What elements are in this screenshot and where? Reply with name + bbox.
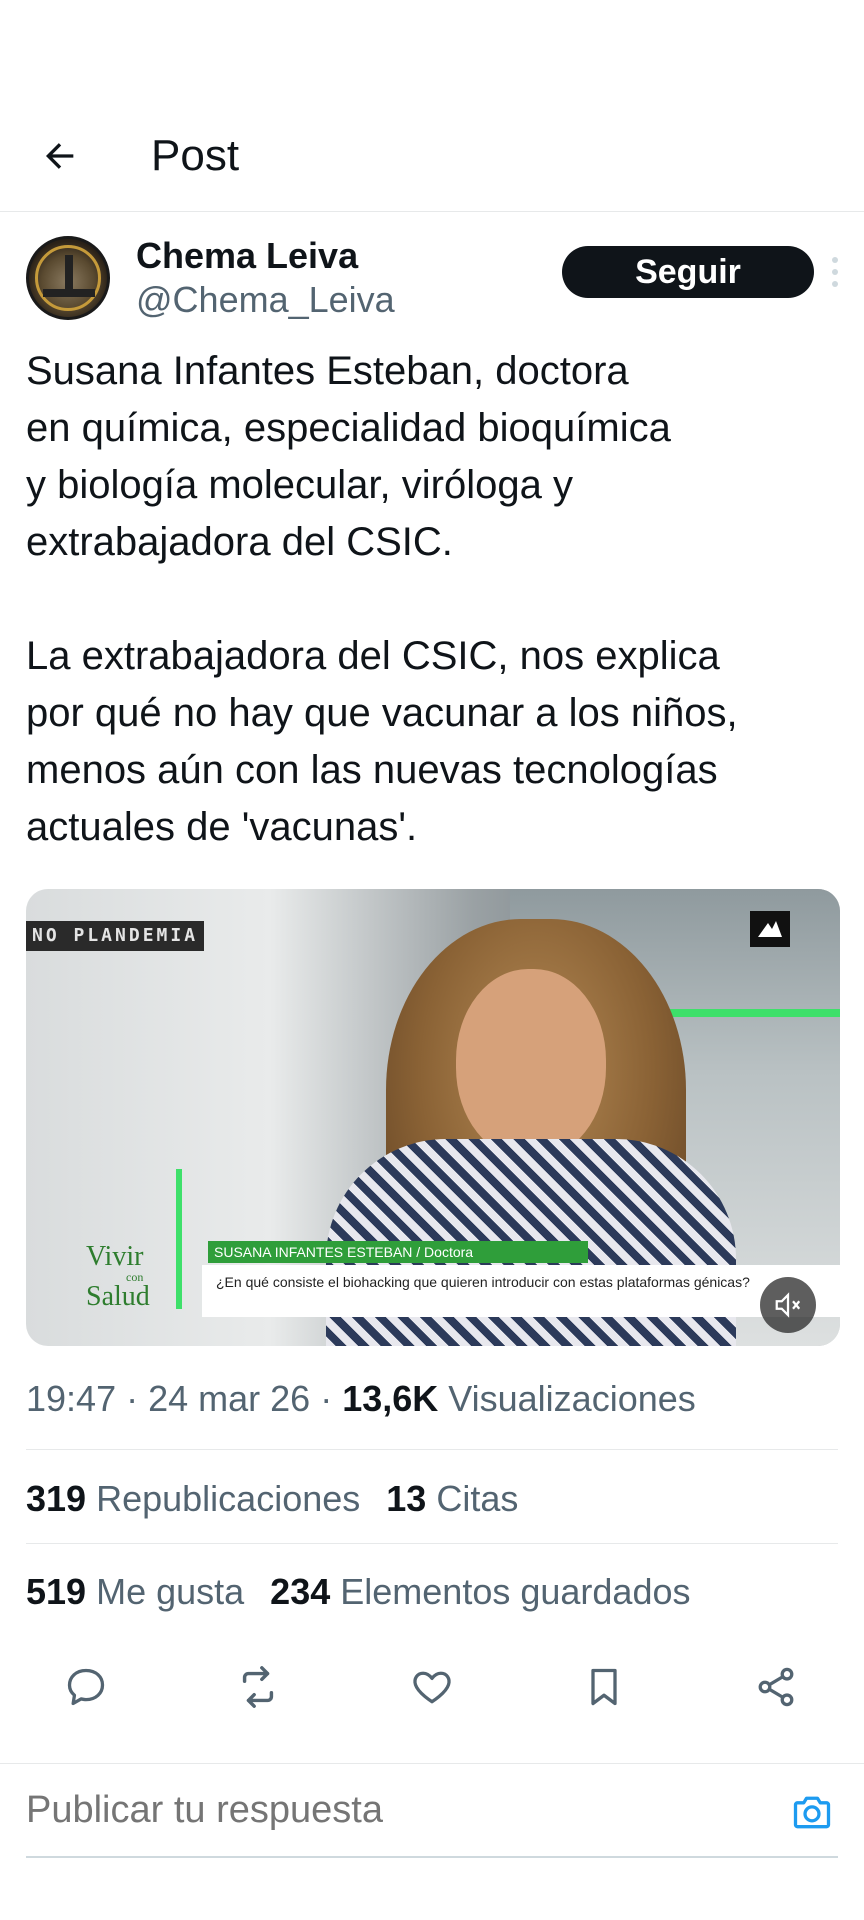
author-handle[interactable]: @Chema_Leiva: [136, 280, 395, 320]
video-lower-third: Vivir con Salud SUSANA INFANTES ESTEBAN …: [86, 1233, 840, 1333]
action-bar: [0, 1655, 864, 1719]
page-title: Post: [151, 131, 240, 180]
channel-logo-icon: [750, 911, 790, 947]
likes-stat[interactable]: 519 Me gusta: [26, 1571, 244, 1612]
reply-input[interactable]: [26, 1782, 746, 1838]
post-time: 19:47: [26, 1378, 117, 1419]
reposts-stat[interactable]: 319 Republicaciones: [26, 1478, 360, 1519]
post-text: Susana Infantes Esteban, doctora en quím…: [26, 349, 738, 849]
share-icon: [758, 1667, 794, 1707]
reply-button[interactable]: [54, 1655, 118, 1719]
muted-speaker-icon: [775, 1292, 801, 1318]
back-button[interactable]: [36, 132, 84, 180]
views-label[interactable]: Visualizaciones: [448, 1378, 695, 1419]
arrow-left-icon: [46, 143, 74, 169]
top-header: Post: [0, 110, 864, 212]
video-player[interactable]: NO PLANDEMIA Vivir con Salud SUSANA INFA…: [26, 889, 840, 1346]
like-stats: 519 Me gusta 234 Elementos guardados: [26, 1566, 691, 1618]
bookmarks-stat[interactable]: 234 Elementos guardados: [270, 1571, 690, 1612]
like-button[interactable]: [400, 1655, 464, 1719]
divider: [26, 1543, 838, 1544]
lower-third-question: ¿En qué consiste el biohacking que quier…: [202, 1265, 840, 1317]
reply-underline: [26, 1856, 838, 1858]
lower-third-name: SUSANA INFANTES ESTEBAN / Doctora: [208, 1241, 588, 1263]
camera-icon: [793, 1796, 831, 1829]
reply-composer: [0, 1763, 864, 1858]
divider: [26, 1449, 838, 1450]
video-watermark: NO PLANDEMIA: [26, 921, 205, 951]
follow-button[interactable]: Seguir: [562, 246, 814, 298]
bookmark-button[interactable]: [572, 1655, 636, 1719]
camera-button[interactable]: [786, 1786, 838, 1838]
show-logo: Vivir con Salud: [86, 1241, 150, 1312]
avatar[interactable]: [26, 236, 110, 320]
author-name[interactable]: Chema Leiva: [136, 236, 358, 276]
heart-icon: [413, 1671, 451, 1704]
mute-button[interactable]: [760, 1277, 816, 1333]
repost-icon: [242, 1666, 274, 1708]
share-button[interactable]: [744, 1655, 808, 1719]
repost-button[interactable]: [226, 1655, 290, 1719]
post-meta: 19:47 · 24 mar 26 · 13,6K Visualizacione…: [26, 1378, 696, 1419]
views-count[interactable]: 13,6K: [342, 1378, 438, 1419]
quotes-stat[interactable]: 13 Citas: [386, 1478, 518, 1519]
repost-stats: 319 Republicaciones 13 Citas: [26, 1473, 518, 1525]
post-author: Chema Leiva @Chema_Leiva Seguir: [26, 236, 856, 326]
bookmark-icon: [591, 1668, 617, 1706]
more-options-button[interactable]: [814, 246, 856, 298]
reply-icon: [67, 1668, 105, 1706]
post-date: 24 mar 26: [148, 1378, 311, 1419]
more-dots-icon: [832, 257, 838, 263]
